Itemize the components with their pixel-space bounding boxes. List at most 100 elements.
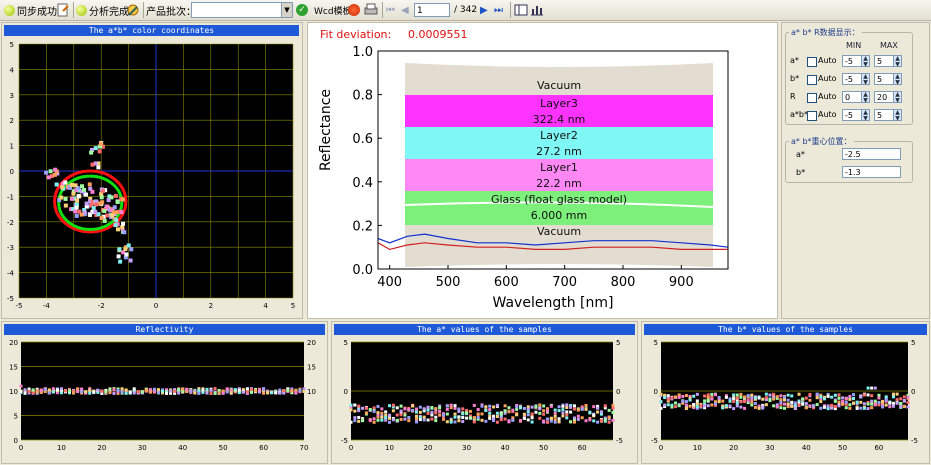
next-page-button[interactable]: ▶ [480,2,488,18]
max-input[interactable]: 5 [874,55,894,67]
auto-checkbox[interactable] [807,93,817,103]
data-point [728,399,732,403]
data-point [80,390,84,394]
setting-row-name: a* [790,56,799,65]
data-point [124,391,128,395]
min-spinner[interactable]: ▲ ▼ [861,109,870,122]
data-point [472,420,476,424]
max-input[interactable]: 20 [874,91,894,103]
center-a-input[interactable]: -2.5 [842,148,901,160]
center-b-input[interactable]: -1.3 [842,166,901,178]
data-point [73,209,78,214]
stop-button[interactable] [348,2,360,18]
min-input[interactable]: -5 [842,73,862,85]
data-point [249,390,253,394]
layer-thickness-1: 322.4 nm [533,113,586,126]
data-point [120,387,124,391]
data-point [430,417,434,421]
data-point [59,195,64,200]
data-point [572,407,576,411]
data-point [561,404,565,408]
template-button[interactable]: Wcd模板 [314,2,352,18]
data-point [870,406,874,410]
data-point [764,396,768,400]
auto-checkbox[interactable] [807,57,817,67]
prev-page-button[interactable]: ◀ [401,2,409,18]
data-point [74,213,79,218]
analysis-status-icon [76,4,87,16]
first-page-button[interactable]: ⏮ [386,2,395,18]
data-point [852,396,856,400]
max-spinner[interactable]: ▲ ▼ [893,73,902,86]
y-tick-label: -5 [616,437,623,445]
data-point [75,198,80,203]
data-point [561,408,565,412]
chart-button[interactable] [530,2,544,18]
data-point [290,389,294,393]
data-point [430,410,434,414]
data-point [453,415,457,419]
fit-deviation-value: 0.0009551 [408,28,468,41]
data-point [565,410,569,414]
data-point [884,398,888,402]
data-point [584,407,588,411]
batch-select[interactable]: ▼ [191,2,293,18]
data-point [121,221,126,226]
auto-checkbox[interactable] [807,75,817,85]
data-point [376,404,380,408]
max-input[interactable]: 5 [874,73,894,85]
min-spinner[interactable]: ▲ ▼ [861,73,870,86]
data-point [43,388,47,392]
y-tick-label: 1.0 [352,45,373,60]
data-point [565,405,569,409]
data-point [357,404,361,408]
data-point [376,418,380,422]
data-point [445,412,449,416]
data-point [488,408,492,412]
data-point [55,388,59,392]
confirm-button[interactable]: ✓ [296,2,308,18]
min-input[interactable]: 0 [842,91,862,103]
data-point [757,406,761,410]
page-input[interactable]: 1 [414,3,450,17]
data-point [76,194,81,199]
auto-checkbox[interactable] [807,111,817,121]
min-input[interactable]: -5 [842,55,862,67]
data-point [108,387,112,391]
data-point [804,396,808,400]
layout-button[interactable] [514,2,528,18]
toolbar: 同步成功 分析完成 产品批次： ▼ ✓ Wcd模板 ⏮ ◀ 1 / 342 ▶ … [0,0,931,21]
sync-status-icon [4,4,15,16]
data-point [197,388,201,392]
data-point [549,419,553,423]
min-spinner[interactable]: ▲ ▼ [861,55,870,68]
min-input[interactable]: -5 [842,109,862,121]
data-point [753,405,757,409]
data-point [572,404,576,408]
max-spinner[interactable]: ▲ ▼ [893,91,902,104]
analysis-tool-button[interactable] [126,2,140,18]
data-point [495,403,499,407]
reflectivity-panel: Reflectivity 0 5 10 10 15 15 20 20 0 10 20 30 40 50 60… [1,321,328,464]
max-spinner[interactable]: ▲ ▼ [893,55,902,68]
data-point [47,391,51,395]
min-spinner[interactable]: ▲ ▼ [861,91,870,104]
data-point [60,185,65,190]
print-button[interactable] [364,2,378,18]
data-point [786,398,790,402]
data-point [286,388,290,392]
data-point [565,403,569,407]
max-input[interactable]: 5 [874,109,894,121]
data-point [862,406,866,410]
data-point [674,401,678,405]
sync-detail-button[interactable] [56,2,70,18]
data-point [576,408,580,412]
data-point [684,394,688,398]
data-point [46,175,51,180]
data-point [735,396,739,400]
data-point [136,390,140,394]
max-spinner[interactable]: ▲ ▼ [893,109,902,122]
data-point [815,392,819,396]
data-point [884,403,888,407]
last-page-button[interactable]: ⏭ [494,2,503,18]
